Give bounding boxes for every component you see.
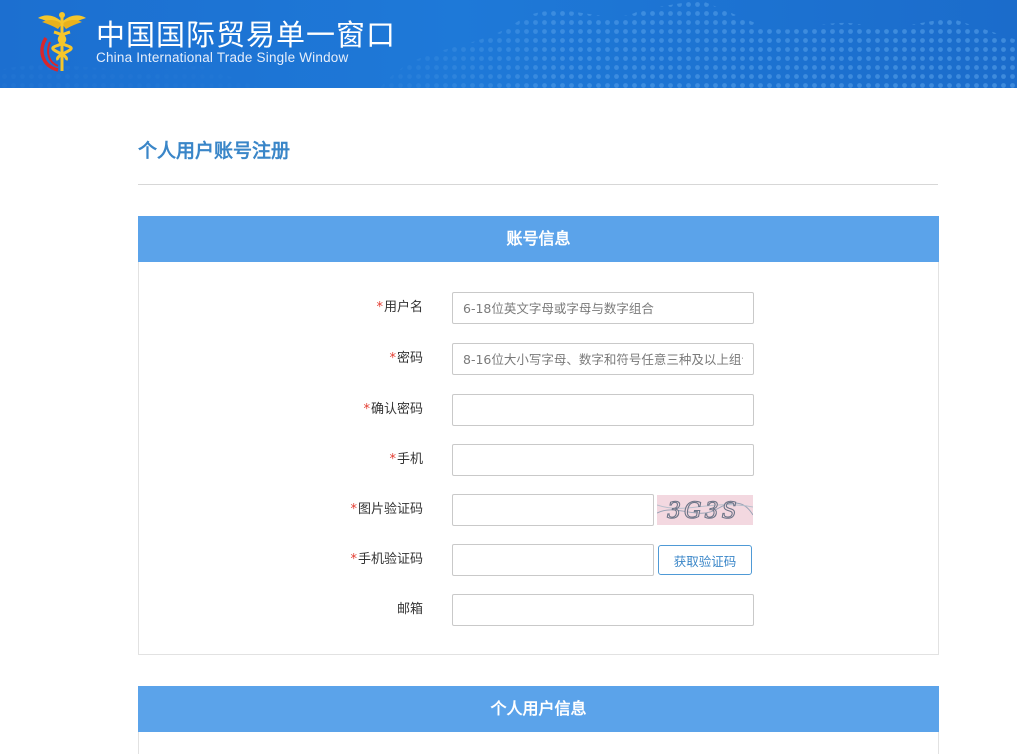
title-divider bbox=[138, 184, 938, 185]
captcha-image[interactable]: 3G3S bbox=[657, 495, 753, 525]
image-captcha-input[interactable] bbox=[452, 494, 654, 526]
sms-code-input[interactable] bbox=[452, 544, 654, 576]
required-mark: * bbox=[376, 300, 383, 315]
username-label: *用户名 bbox=[376, 292, 423, 324]
password-label-text: 密码 bbox=[396, 351, 423, 366]
confirm-password-input[interactable] bbox=[452, 394, 754, 426]
password-input[interactable] bbox=[452, 343, 754, 375]
image-captcha-label: *图片验证码 bbox=[350, 494, 423, 526]
brand-name-cn: 中国国际贸易单一窗口 bbox=[96, 18, 397, 52]
email-label-text: 邮箱 bbox=[396, 602, 423, 617]
confirm-password-label: *确认密码 bbox=[363, 394, 423, 426]
form-row-username: *用户名 bbox=[139, 292, 938, 324]
form-row-confirm-password: *确认密码 bbox=[139, 394, 938, 426]
required-mark: * bbox=[363, 402, 370, 417]
form-row-sms-code: *手机验证码 获取验证码 bbox=[139, 544, 938, 576]
required-mark: * bbox=[389, 452, 396, 467]
personal-section-body bbox=[138, 732, 939, 754]
site-header: 中国国际贸易单一窗口 China International Trade Sin… bbox=[0, 0, 1017, 88]
get-sms-code-button[interactable]: 获取验证码 bbox=[658, 545, 752, 575]
personal-section-header: 个人用户信息 bbox=[138, 686, 939, 732]
sms-code-label: *手机验证码 bbox=[350, 544, 423, 576]
page-title: 个人用户账号注册 bbox=[138, 140, 291, 162]
form-row-password: *密码 bbox=[139, 343, 938, 375]
username-input[interactable] bbox=[452, 292, 754, 324]
required-mark: * bbox=[389, 351, 396, 366]
account-section-header: 账号信息 bbox=[138, 216, 939, 262]
captcha-graphic: 3G3S bbox=[657, 495, 753, 525]
phone-label-text: 手机 bbox=[396, 452, 423, 467]
email-input[interactable] bbox=[452, 594, 754, 626]
username-label-text: 用户名 bbox=[383, 300, 423, 315]
required-mark: * bbox=[350, 502, 357, 517]
account-section-body: *用户名 *密码 *确认密码 *手机 *图片验证码 3G3S *手机验证码 bbox=[138, 262, 939, 655]
password-label: *密码 bbox=[389, 343, 423, 375]
image-captcha-label-text: 图片验证码 bbox=[357, 502, 423, 517]
required-mark: * bbox=[350, 552, 357, 567]
form-row-phone: *手机 bbox=[139, 444, 938, 476]
caduceus-emblem-icon bbox=[38, 12, 86, 72]
phone-input[interactable] bbox=[452, 444, 754, 476]
email-label: 邮箱 bbox=[397, 594, 423, 626]
form-row-email: 邮箱 bbox=[139, 594, 938, 626]
brand-name-en: China International Trade Single Window bbox=[96, 50, 349, 65]
form-row-image-captcha: *图片验证码 3G3S bbox=[139, 494, 938, 526]
confirm-password-label-text: 确认密码 bbox=[370, 402, 423, 417]
captcha-text: 3G3S bbox=[667, 499, 740, 524]
sms-code-label-text: 手机验证码 bbox=[357, 552, 423, 567]
phone-label: *手机 bbox=[389, 444, 423, 476]
